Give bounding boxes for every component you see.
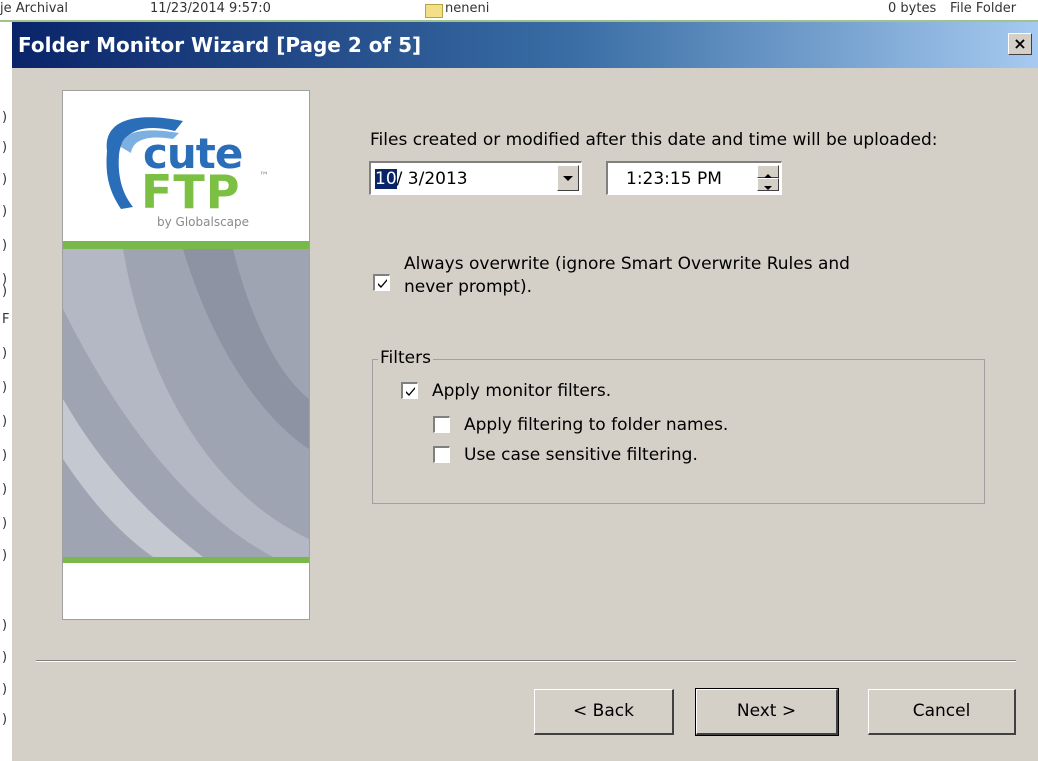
bg-folder-fragment: neneni: [445, 1, 490, 16]
gutter-char: ): [2, 172, 8, 187]
gutter-char: ): [2, 284, 8, 299]
always-overwrite-label-line1: Always overwrite (ignore Smart Overwrite…: [404, 254, 850, 274]
apply-monitor-filters-checkbox[interactable]: [401, 382, 418, 399]
gutter-char: ): [2, 346, 8, 361]
logo-decoration: [63, 249, 309, 557]
gutter-char: ): [2, 712, 8, 727]
spin-down-button[interactable]: [757, 178, 779, 191]
bg-date-fragment: 11/23/2014 9:57:0: [150, 1, 271, 16]
gutter-char: ): [2, 140, 8, 155]
back-button[interactable]: < Back: [534, 689, 674, 735]
bg-size-fragment: 0 bytes: [888, 1, 937, 16]
checkmark-icon: [378, 279, 387, 288]
gutter-char: ): [2, 682, 8, 697]
apply-monitor-filters-label: Apply monitor filters.: [432, 381, 612, 401]
gutter-char: ): [2, 548, 8, 563]
gutter-char: ): [2, 110, 8, 125]
date-prompt-label: Files created or modified after this dat…: [370, 130, 938, 150]
date-value[interactable]: 10/ 3/2013: [375, 169, 468, 189]
button-separator: [36, 660, 1016, 662]
date-picker[interactable]: 10/ 3/2013: [369, 161, 582, 195]
title-bar[interactable]: Folder Monitor Wizard [Page 2 of 5] ×: [12, 22, 1038, 68]
chevron-down-icon: [563, 176, 573, 181]
cuteftp-logo-panel: cute FTP ™ by Globalscape: [62, 90, 310, 620]
bg-name-fragment: je Archival: [0, 1, 68, 16]
decorative-swirl-icon: [63, 249, 309, 557]
time-value[interactable]: 1:23:15 PM: [626, 169, 722, 189]
close-icon: ×: [1013, 34, 1027, 53]
time-picker[interactable]: 1:23:15 PM: [606, 161, 782, 195]
gutter-char: ): [2, 380, 8, 395]
checkmark-icon: [406, 387, 415, 396]
gutter-char: ): [2, 238, 8, 253]
case-sensitive-checkbox[interactable]: [433, 446, 450, 463]
apply-folder-filtering-checkbox[interactable]: [433, 416, 450, 433]
gutter-char: ): [2, 414, 8, 429]
always-overwrite-checkbox[interactable]: [373, 274, 390, 291]
date-month-selected: 10: [375, 169, 397, 189]
brand-by-text: by Globalscape: [157, 215, 250, 229]
apply-folder-filtering-label: Apply filtering to folder names.: [464, 415, 729, 435]
logo-green-band-bottom: [63, 557, 309, 563]
spin-up-button[interactable]: [757, 165, 779, 178]
arrow-down-icon: [764, 186, 772, 190]
background-left-gutter: ) ) ) ) ) ) ) F ) ) ) ) ) ) ) ) ) ) ): [0, 22, 12, 761]
gutter-char: ): [2, 448, 8, 463]
gutter-char: ): [2, 618, 8, 633]
always-overwrite-label-line2: never prompt).: [404, 277, 533, 297]
gutter-char: ): [2, 650, 8, 665]
gutter-char: F: [2, 312, 10, 327]
background-explorer-row: je Archival 11/23/2014 9:57:0 neneni 0 b…: [0, 0, 1038, 22]
trademark-mark: ™: [259, 171, 269, 182]
filters-legend: Filters: [378, 348, 433, 368]
cancel-button[interactable]: Cancel: [868, 689, 1016, 735]
folder-icon: [425, 4, 443, 18]
date-dropdown-button[interactable]: [557, 165, 579, 191]
logo-area: cute FTP ™ by Globalscape: [63, 91, 309, 241]
gutter-char: ): [2, 516, 8, 531]
case-sensitive-label: Use case sensitive filtering.: [464, 445, 698, 465]
date-rest: / 3/2013: [396, 169, 468, 189]
close-button[interactable]: ×: [1008, 33, 1032, 55]
dialog-title: Folder Monitor Wizard [Page 2 of 5]: [18, 33, 422, 57]
time-spinner[interactable]: [757, 165, 779, 191]
gutter-char: ): [2, 482, 8, 497]
folder-monitor-wizard-dialog: Folder Monitor Wizard [Page 2 of 5] × cu…: [12, 22, 1038, 761]
gutter-char: ): [2, 204, 8, 219]
bg-type-fragment: File Folder: [950, 1, 1017, 16]
next-button[interactable]: Next >: [695, 688, 839, 736]
brand-ftp-text: FTP: [141, 165, 241, 219]
logo-green-band: [63, 241, 309, 249]
